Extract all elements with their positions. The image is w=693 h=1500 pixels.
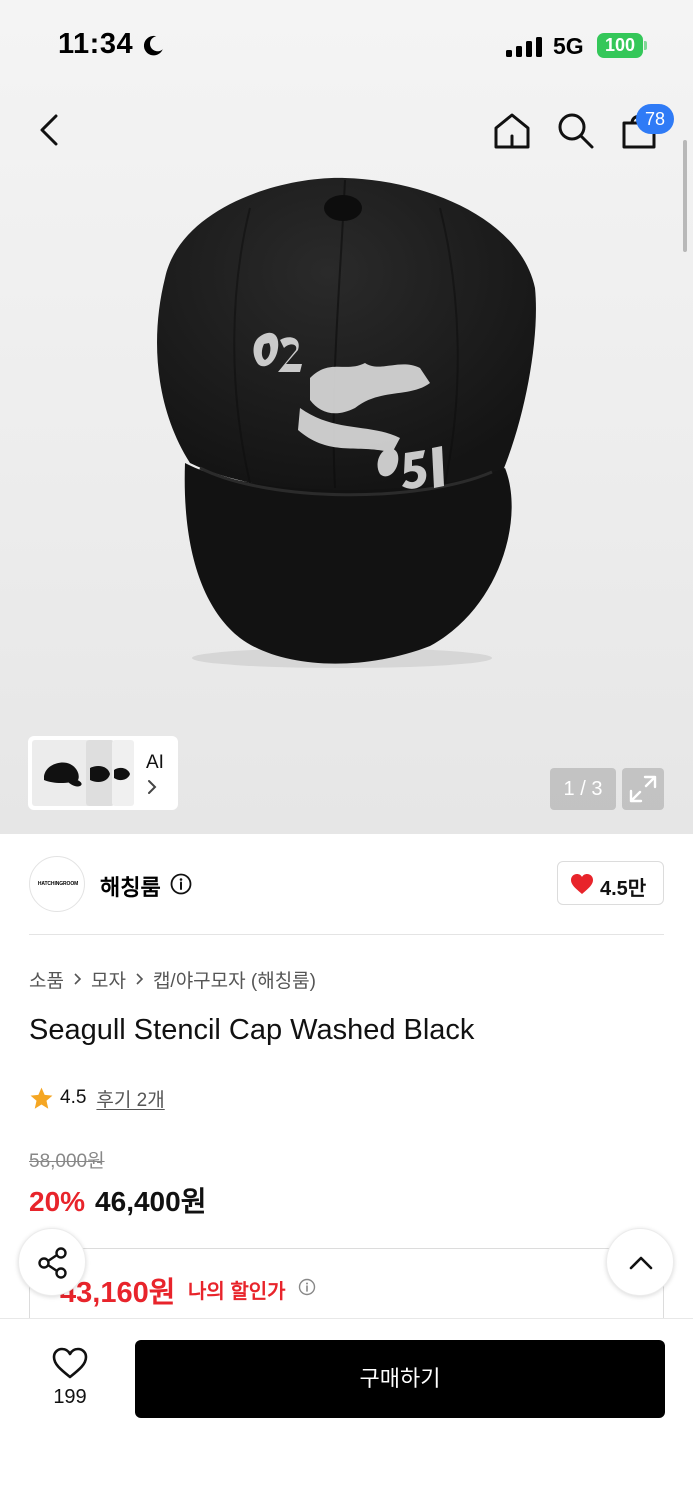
- breadcrumb: 소품 모자 캡/야구모자 (해칭룸): [29, 966, 316, 993]
- thumbnail-2[interactable]: [86, 740, 114, 806]
- scroll-indicator: [683, 140, 687, 252]
- brand-name[interactable]: 해칭룸: [100, 870, 161, 902]
- search-icon[interactable]: [553, 108, 597, 152]
- brand-logo-text: HATCHINGROOM: [37, 881, 79, 887]
- info-icon[interactable]: [298, 1278, 316, 1296]
- heart-outline-icon[interactable]: [51, 1346, 89, 1380]
- share-icon: [38, 1247, 67, 1279]
- rating-value: 4.5: [60, 1087, 87, 1108]
- moon-icon: [143, 35, 163, 56]
- brand-like-count: 4.5만: [600, 878, 647, 900]
- chevron-right-icon: [74, 973, 82, 985]
- rating-row: 4.5 후기 2개: [29, 1084, 165, 1112]
- network-type: 5G: [553, 33, 584, 59]
- chevron-right-icon: [136, 973, 144, 985]
- thumbnail-cap-image: [114, 767, 130, 781]
- share-button[interactable]: [18, 1228, 86, 1296]
- breadcrumb-item[interactable]: 캡/야구모자 (해칭룸): [153, 966, 316, 993]
- sale-price: 46,400원: [95, 1186, 207, 1217]
- wish-count: 199: [53, 1386, 87, 1408]
- breadcrumb-item[interactable]: 소품: [29, 966, 64, 993]
- battery-indicator: 100: [597, 33, 643, 58]
- divider: [29, 934, 664, 935]
- ai-label[interactable]: AI: [146, 752, 164, 774]
- breadcrumb-item[interactable]: 모자: [91, 966, 126, 993]
- review-link[interactable]: 후기 2개: [96, 1085, 164, 1112]
- cart-count-badge: 78: [636, 104, 674, 134]
- status-bar: 11:34 5G 100: [0, 0, 693, 92]
- product-image: [157, 177, 536, 668]
- battery-cap: [644, 41, 647, 50]
- brand-logo[interactable]: HATCHINGROOM: [29, 856, 85, 912]
- my-discount-label: 나의 할인가: [188, 1281, 286, 1303]
- thumbnail-cap-image: [44, 762, 82, 787]
- page-indicator: 1 / 3: [550, 768, 616, 810]
- chevron-right-icon[interactable]: [146, 778, 158, 796]
- thumbnail-strip[interactable]: AI: [28, 736, 178, 810]
- chevron-up-icon: [629, 1256, 653, 1270]
- thumbnail-cap-image: [90, 766, 110, 782]
- price-row: 20% 46,400원: [29, 1180, 206, 1220]
- thumbnail-1[interactable]: [32, 740, 90, 806]
- brand-like-button[interactable]: 4.5만: [557, 861, 664, 905]
- heart-filled-icon: [571, 874, 593, 894]
- expand-icon: [629, 775, 657, 803]
- original-price: 58,000원: [29, 1151, 105, 1172]
- status-time: 11:34: [58, 28, 134, 60]
- back-arrow-icon[interactable]: [30, 108, 70, 152]
- scroll-top-button[interactable]: [606, 1228, 674, 1296]
- product-title: Seagull Stencil Cap Washed Black: [29, 1014, 475, 1046]
- thumbnail-3[interactable]: [112, 740, 134, 806]
- discount-rate: 20%: [29, 1186, 86, 1217]
- buy-button[interactable]: 구매하기: [135, 1340, 665, 1418]
- star-icon: [30, 1087, 53, 1109]
- home-icon[interactable]: [490, 108, 534, 152]
- expand-image-button[interactable]: [622, 768, 664, 810]
- info-icon[interactable]: [170, 873, 192, 895]
- signal-bars-icon: [506, 37, 542, 57]
